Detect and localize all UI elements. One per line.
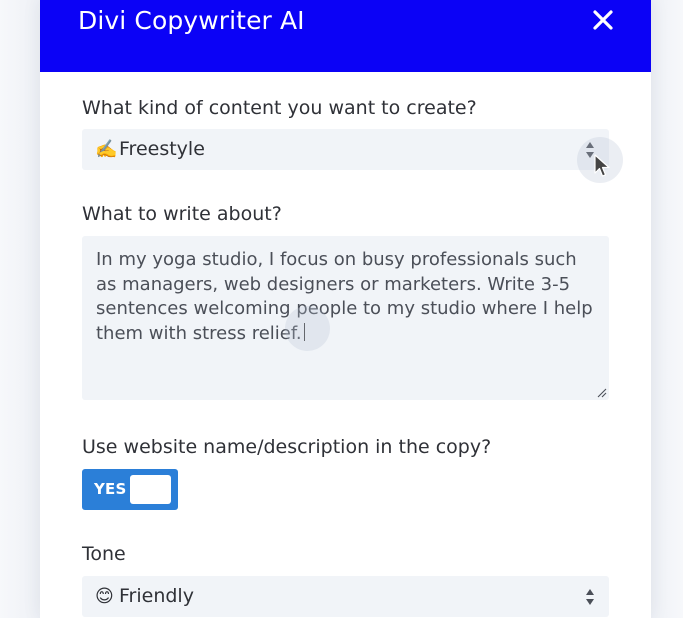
tone-label: Tone (82, 543, 126, 565)
website-copy-toggle[interactable]: YES (82, 469, 178, 510)
modal-header: Divi Copywriter AI (40, 0, 651, 72)
toggle-yes-label: YES (94, 480, 127, 498)
tone-select[interactable]: 😊 Friendly (82, 576, 609, 617)
writing-hand-emoji: ✍️ (95, 139, 118, 160)
resize-handle-icon[interactable] (597, 388, 607, 398)
content-type-select[interactable]: ✍️Freestyle (82, 129, 609, 170)
text-caret (303, 322, 305, 341)
page-background-right (651, 0, 683, 618)
website-copy-label: Use website name/description in the copy… (82, 436, 492, 458)
toggle-knob (130, 475, 171, 504)
content-type-selected-value: Freestyle (119, 138, 205, 160)
copywriter-modal: Divi Copywriter AI What kind of content … (40, 0, 651, 618)
close-button[interactable] (592, 9, 614, 31)
topic-text: In my yoga studio, I focus on busy profe… (96, 248, 595, 346)
smiley-emoji: 😊 (95, 586, 114, 607)
tone-selected-value: Friendly (119, 585, 194, 607)
content-type-label: What kind of content you want to create? (82, 97, 477, 119)
close-icon (593, 10, 613, 30)
topic-textarea[interactable]: In my yoga studio, I focus on busy profe… (82, 236, 609, 400)
topic-text-value: In my yoga studio, I focus on busy profe… (96, 249, 593, 344)
page-background-left (0, 0, 40, 618)
modal-title: Divi Copywriter AI (78, 6, 305, 35)
topic-label: What to write about? (82, 203, 282, 225)
select-caret-icon (585, 141, 595, 159)
select-caret-icon (585, 588, 595, 606)
